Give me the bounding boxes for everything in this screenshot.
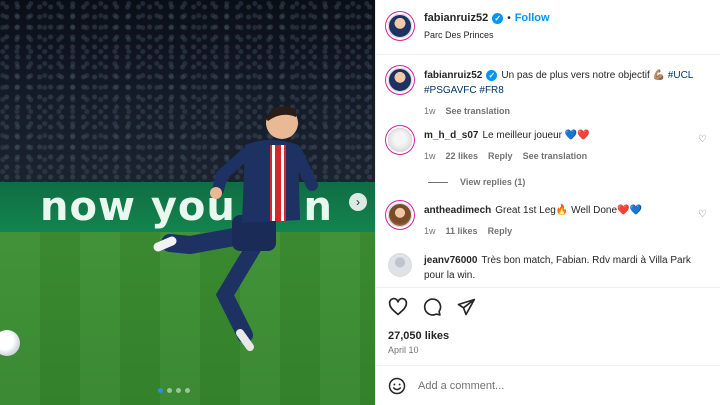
likes-count[interactable]: 27,050 likes [388, 330, 449, 342]
carousel-dot [158, 388, 163, 393]
like-comment-heart-icon[interactable]: ♡ [698, 134, 707, 145]
comment-item: antheadimech Great 1st Leg🔥 Well Done❤️💙 … [388, 203, 713, 239]
post-location[interactable]: Parc Des Princes [424, 30, 550, 40]
comment-bubble-icon[interactable] [422, 297, 442, 317]
reply-button[interactable]: Reply [488, 224, 513, 239]
comment-author[interactable]: jeanv76000 [424, 255, 477, 266]
verified-badge-icon: ✓ [492, 12, 504, 24]
comment-time: 1w [424, 151, 436, 161]
comment-text: Great 1st Leg🔥 Well Done❤️💙 [495, 205, 642, 216]
comment-author[interactable]: antheadimech [424, 205, 491, 216]
follow-button[interactable]: Follow [515, 12, 550, 24]
comment-likes[interactable]: 22 likes [446, 149, 479, 164]
post-header: fabianruiz52 ✓ • Follow Parc Des Princes [388, 12, 550, 40]
see-translation-link[interactable]: See translation [446, 104, 511, 119]
like-heart-icon[interactable] [388, 297, 408, 317]
add-comment-bar [376, 365, 720, 405]
next-image-button[interactable]: › [349, 193, 367, 211]
comment-text: Le meilleur joueur 💙❤️ [482, 130, 590, 141]
commenter-avatar[interactable] [388, 253, 412, 277]
carousel-dot [167, 388, 172, 393]
view-replies-button[interactable]: View replies (1) [428, 177, 525, 187]
emoji-smiley-icon[interactable] [388, 377, 406, 395]
author-avatar[interactable] [388, 68, 412, 92]
carousel-indicator [158, 388, 190, 393]
add-comment-input[interactable] [418, 379, 678, 392]
carousel-dot [176, 388, 181, 393]
comment-author[interactable]: m_h_d_s07 [424, 130, 478, 141]
see-translation-link[interactable]: See translation [523, 149, 588, 164]
actions-divider [376, 287, 720, 288]
post-media[interactable]: now you can › [0, 0, 375, 405]
caption-author[interactable]: fabianruiz52 [424, 70, 482, 81]
like-comment-heart-icon[interactable]: ♡ [698, 209, 707, 220]
author-username[interactable]: fabianruiz52 [424, 12, 488, 24]
share-paper-plane-icon[interactable] [456, 297, 476, 317]
view-replies-label: View replies (1) [460, 177, 526, 187]
post-actions [388, 297, 476, 317]
separator: • [507, 12, 511, 24]
verified-badge-icon: ✓ [486, 70, 498, 81]
comment-likes[interactable]: 11 likes [446, 224, 478, 239]
caption-time: 1w [424, 106, 436, 116]
reply-button[interactable]: Reply [488, 149, 513, 164]
post-details-panel: fabianruiz52 ✓ • Follow Parc Des Princes… [375, 0, 720, 405]
post-date: April 10 [388, 345, 419, 355]
comment-item: m_h_d_s07 Le meilleur joueur 💙❤️ 1w 22 li… [388, 128, 713, 164]
commenter-avatar[interactable] [388, 203, 412, 227]
comment-item: jeanv76000 Très bon match, Fabian. Rdv ma… [388, 253, 713, 283]
caption: fabianruiz52 ✓ Un pas de plus vers notre o… [388, 68, 713, 119]
header-divider [376, 54, 720, 55]
comment-time: 1w [424, 226, 436, 236]
author-avatar[interactable] [388, 14, 412, 38]
commenter-avatar[interactable] [388, 128, 412, 152]
replies-line [428, 181, 448, 183]
carousel-dot [185, 388, 190, 393]
player-figure [153, 106, 318, 351]
caption-text: Un pas de plus vers notre objectif 💪🏽 [501, 70, 666, 81]
